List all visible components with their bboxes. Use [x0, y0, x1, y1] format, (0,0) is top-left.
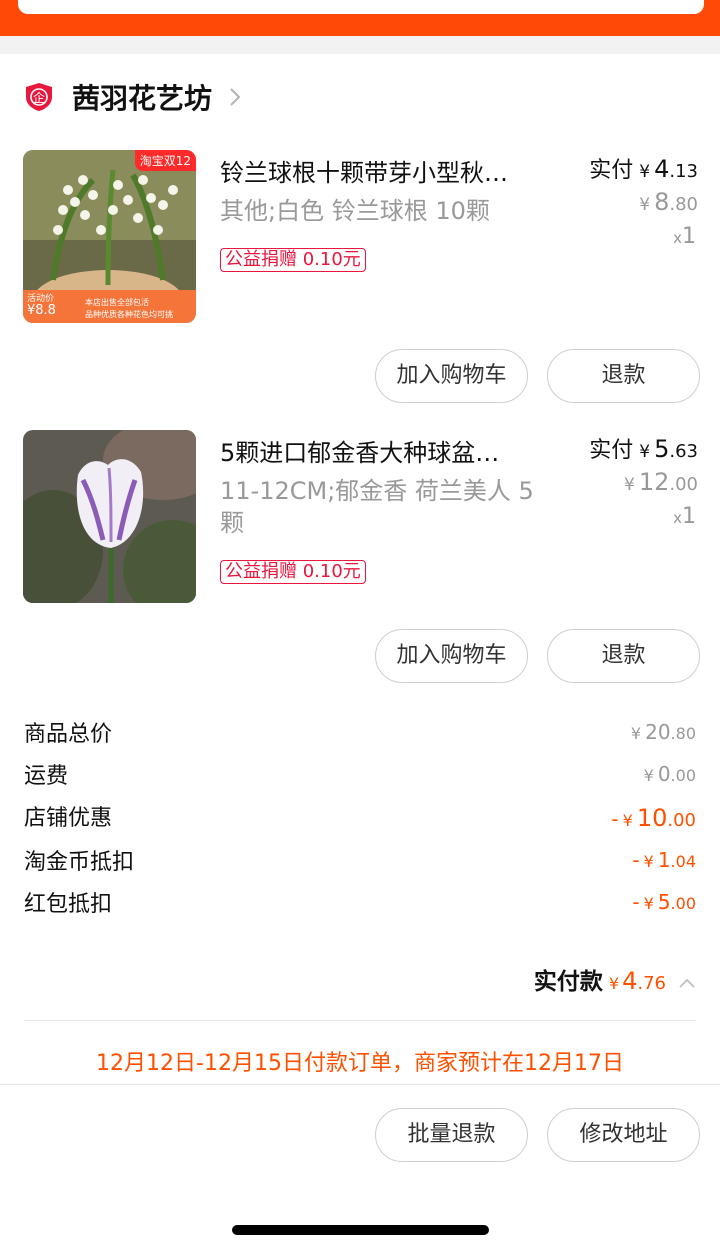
summary-int: 20	[645, 720, 671, 744]
paid-price: 实付 ¥4.13	[589, 152, 698, 184]
currency: ¥	[639, 195, 651, 215]
paid-label: 实付	[589, 438, 634, 463]
currency: ¥	[623, 475, 635, 495]
summary-dec: .04	[670, 852, 696, 871]
batch-refund-button[interactable]: 批量退款	[375, 1108, 528, 1162]
currency: ¥	[643, 766, 654, 785]
quantity: x1	[673, 224, 696, 249]
total-dec: .76	[637, 973, 666, 994]
currency: ¥	[639, 442, 651, 462]
summary-label: 商品总价	[24, 722, 113, 747]
product-title[interactable]: 铃兰球根十颗带芽小型秋…	[220, 153, 508, 188]
summary-sign: -	[632, 848, 640, 872]
summary-int: 5	[657, 890, 671, 914]
refund-button[interactable]: 退款	[547, 349, 700, 403]
summary-label: 红包抵扣	[24, 892, 113, 917]
summary-row: 红包抵扣 - ¥5.00	[24, 886, 696, 920]
shop-name[interactable]: 茜羽花艺坊	[72, 77, 212, 117]
summary-int: 1	[657, 848, 671, 872]
promo-price-tag: 活动价 ¥8.8	[27, 294, 56, 318]
product-image-tulip[interactable]	[23, 430, 196, 603]
currency: ¥	[608, 974, 620, 993]
summary-row: 商品总价 ¥20.80	[24, 716, 696, 750]
paid-int: 4	[654, 155, 670, 183]
svg-text:企: 企	[33, 90, 45, 105]
qty-value: 1	[682, 224, 696, 249]
summary-value: ¥0.00	[644, 762, 696, 786]
summary-value: - ¥10.00	[611, 804, 696, 832]
chevron-up-icon[interactable]	[678, 977, 696, 989]
qty-prefix: x	[673, 509, 682, 527]
product-spec: 其他;白色 铃兰球根 10颗	[220, 197, 490, 225]
orig-dec: .80	[669, 194, 698, 215]
product-title[interactable]: 5颗进口郁金香大种球盆…	[220, 433, 499, 468]
change-address-button[interactable]: 修改地址	[547, 1108, 700, 1162]
promo-tag-price: ¥8.8	[27, 303, 56, 318]
currency: ¥	[643, 894, 654, 913]
currency: ¥	[630, 724, 642, 743]
add-to-cart-button[interactable]: 加入购物车	[375, 629, 528, 683]
promo-badge: 淘宝双12	[134, 150, 196, 171]
paid-dec: .13	[669, 161, 698, 182]
currency: ¥	[622, 811, 633, 830]
orig-dec: .00	[669, 474, 698, 495]
original-price: ¥8.80	[639, 188, 698, 216]
summary-label: 店铺优惠	[24, 806, 113, 831]
paid-label: 实付	[589, 158, 634, 183]
paid-dec: .63	[669, 441, 698, 462]
add-to-cart-button[interactable]: 加入购物车	[375, 349, 528, 403]
summary-label: 淘金币抵扣	[24, 850, 135, 875]
charity-tag: 公益捐赠 0.10元	[220, 248, 366, 272]
search-bar[interactable]	[18, 0, 704, 14]
paid-int: 5	[654, 435, 670, 463]
summary-value: - ¥5.00	[632, 890, 696, 914]
qty-prefix: x	[673, 229, 682, 247]
total-int: 4	[622, 967, 638, 995]
summary-row: 运费 ¥0.00	[24, 758, 696, 792]
shipping-notice: 12月12日-12月15日付款订单，商家预计在12月17日	[96, 1051, 624, 1076]
total-amount: ¥4.76	[609, 967, 666, 995]
tulip-photo	[23, 430, 196, 603]
promo-caption-line: 品种优质各种花色均可挑	[85, 310, 173, 319]
promo-caption-line: 本店出售全部包活	[85, 298, 149, 307]
shop-header[interactable]: 企 茜羽花艺坊	[24, 77, 242, 117]
product-spec: 11-12CM;郁金香 荷兰美人 5 颗	[220, 477, 534, 537]
orig-int: 8	[654, 188, 670, 216]
paid-price: 实付 ¥5.63	[589, 432, 698, 464]
quantity: x1	[673, 504, 696, 529]
summary-dec: .00	[670, 894, 696, 913]
summary-dec: .80	[670, 724, 696, 743]
summary-dec: .00	[667, 810, 696, 831]
total-label: 实付款	[533, 969, 603, 995]
summary-int: 10	[636, 804, 668, 832]
currency: ¥	[639, 162, 651, 182]
total-paid[interactable]: 实付款 ¥4.76	[534, 962, 696, 996]
summary-value: ¥20.80	[631, 720, 696, 744]
refund-button[interactable]: 退款	[547, 629, 700, 683]
original-price: ¥12.00	[624, 468, 698, 496]
summary-value: - ¥1.04	[632, 848, 696, 872]
charity-tag: 公益捐赠 0.10元	[220, 560, 366, 584]
chevron-right-icon	[230, 88, 241, 106]
product-image-lily-of-the-valley[interactable]: 淘宝双12 活动价 ¥8.8 本店出售全部包活 品种优质各种花色均可挑	[23, 150, 196, 323]
summary-sign: -	[632, 890, 640, 914]
summary-row: 店铺优惠 - ¥10.00	[24, 800, 696, 834]
promo-caption: 本店出售全部包活 品种优质各种花色均可挑	[85, 297, 173, 321]
orig-int: 12	[638, 468, 670, 496]
qty-value: 1	[682, 504, 696, 529]
top-header-bar	[0, 0, 720, 36]
promo-price: 8.8	[35, 303, 56, 318]
shop-badge-icon: 企	[26, 83, 52, 111]
section-gap	[0, 36, 720, 54]
summary-dec: .00	[670, 766, 696, 785]
summary-int: 0	[657, 762, 671, 786]
home-indicator	[232, 1225, 489, 1235]
summary-sign: -	[611, 807, 619, 831]
currency: ¥	[643, 852, 654, 871]
summary-row: 淘金币抵扣 - ¥1.04	[24, 844, 696, 878]
divider	[24, 1020, 696, 1021]
summary-label: 运费	[24, 764, 69, 789]
